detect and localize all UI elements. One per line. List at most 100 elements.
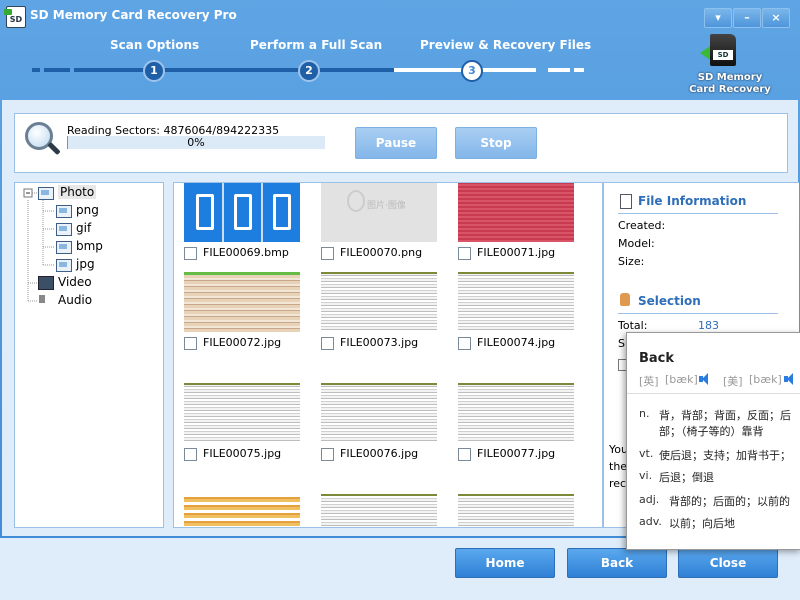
file-thumbnail[interactable] (184, 383, 300, 443)
step-line-dash (44, 68, 70, 72)
bmp-icon (56, 241, 72, 254)
file-thumbnail[interactable] (458, 272, 574, 332)
sd-card-icon: SD (700, 34, 736, 66)
file-thumbnail[interactable] (458, 383, 574, 443)
divider (618, 313, 778, 314)
size-label: Size: (618, 255, 645, 268)
progress-bar: 0% (67, 136, 325, 149)
selected-label: S (618, 337, 625, 350)
file-name: FILE00071.jpg (477, 246, 556, 259)
home-button[interactable]: Home (455, 548, 555, 578)
film-icon (38, 276, 54, 290)
model-label: Model: (618, 237, 655, 250)
close-window-button[interactable]: × (762, 8, 790, 28)
entry-def: 使后退；支持；加背书于； (659, 449, 791, 462)
file-checkbox[interactable] (321, 337, 334, 350)
uk-phonetic: [bæk] (665, 373, 698, 386)
entry-def: 背部的；后面的；以前的 (669, 495, 790, 508)
file-checkbox[interactable] (184, 337, 197, 350)
pause-button[interactable]: Pause (355, 127, 437, 159)
close-button[interactable]: Close (678, 548, 778, 578)
total-label: Total: (618, 319, 648, 332)
file-thumbnail[interactable] (458, 494, 574, 527)
file-name: FILE00073.jpg (340, 336, 419, 349)
file-thumbnail[interactable] (321, 272, 437, 332)
file-name: FILE00076.jpg (340, 447, 419, 460)
step-3-label: Preview & Recovery Files (420, 38, 592, 52)
file-thumbnail[interactable] (184, 272, 300, 332)
file-name: FILE00077.jpg (477, 447, 556, 460)
file-thumbnail[interactable] (184, 183, 300, 242)
entry-pos: vt. (639, 447, 654, 460)
tree-item-png[interactable]: png (76, 203, 99, 217)
minimize-button[interactable]: – (733, 8, 761, 28)
back-button[interactable]: Back (567, 548, 667, 578)
step-indicator: Scan Options Perform a Full Scan Preview… (0, 34, 680, 94)
file-checkbox[interactable] (458, 337, 471, 350)
uk-speaker-icon[interactable] (699, 373, 711, 385)
tree-item-bmp[interactable]: bmp (76, 239, 103, 253)
file-checkbox[interactable] (184, 448, 197, 461)
file-thumbnail[interactable] (321, 383, 437, 443)
file-name: FILE00069.bmp (203, 246, 289, 259)
product-logo: SD SD Memory Card Recovery (688, 32, 772, 98)
file-name: FILE00075.jpg (203, 447, 282, 460)
dictionary-popup: Back [英] [bæk] [美] [bæk] n. 背，背部；背面，反面；后… (626, 332, 800, 550)
scan-progress-panel: Reading Sectors: 4876064/894222335 0% Pa… (14, 113, 788, 173)
dictionary-word: Back (639, 351, 675, 366)
window-title: SD Memory Card Recovery Pro (30, 8, 237, 22)
tree-item-gif[interactable]: gif (76, 221, 91, 235)
uk-tag: [英] (639, 375, 659, 388)
file-checkbox[interactable] (458, 247, 471, 260)
us-phonetic: [bæk] (749, 373, 782, 386)
file-thumbnail[interactable] (184, 494, 300, 527)
tree-item-jpg[interactable]: jpg (76, 257, 95, 271)
hand-pointer-icon (620, 293, 630, 306)
step-3-circle: 3 (461, 60, 483, 82)
file-thumbnail-grid: FILE00069.bmp 图片·图像 FILE00070.png FILE00071… (173, 182, 603, 528)
gif-icon (56, 223, 72, 236)
jpg-icon (56, 259, 72, 272)
tree-item-audio[interactable]: Audio (58, 293, 92, 307)
file-thumbnail[interactable]: 图片·图像 (321, 183, 437, 242)
speaker-icon (39, 295, 45, 303)
divider (627, 393, 800, 394)
file-checkbox[interactable] (321, 448, 334, 461)
entry-pos: vi. (639, 469, 653, 482)
entry-def-cont: 部；（椅子等的）靠背 (659, 425, 764, 438)
entry-pos: n. (639, 407, 650, 420)
step-2-circle: 2 (298, 60, 320, 82)
progress-percent: 0% (187, 136, 205, 149)
created-label: Created: (618, 219, 666, 232)
divider (618, 213, 778, 214)
step-line-completed (74, 68, 394, 72)
logo-line-2: Card Recovery (689, 84, 771, 95)
info-footer-line-3: rec (609, 477, 627, 490)
file-name: FILE00070.png (340, 246, 423, 259)
sd-card-label: SD (713, 50, 733, 60)
menu-button[interactable]: ▾ (704, 8, 732, 28)
us-tag: [美] (723, 375, 743, 388)
file-type-tree: Photo png gif bmp jpg Video Audio (14, 182, 164, 528)
tree-item-video[interactable]: Video (58, 275, 92, 289)
step-line-dash (574, 68, 584, 72)
png-icon (56, 205, 72, 218)
total-value: 183 (698, 319, 719, 332)
us-speaker-icon[interactable] (784, 373, 796, 385)
file-checkbox[interactable] (458, 448, 471, 461)
title-bar: SD SD Memory Card Recovery Pro ▾ – × (0, 0, 800, 34)
magnifier-icon (25, 122, 61, 156)
stop-button[interactable]: Stop (455, 127, 537, 159)
file-information-title: File Information (638, 194, 747, 208)
file-checkbox[interactable] (321, 247, 334, 260)
logo-text: SD Memory Card Recovery (688, 72, 772, 96)
step-2-label: Perform a Full Scan (250, 38, 383, 52)
info-footer-line-2: the (609, 460, 628, 473)
step-line-dash (548, 68, 570, 72)
file-thumbnail[interactable] (458, 183, 574, 242)
step-1-circle: 1 (143, 60, 165, 82)
tree-item-photo[interactable]: Photo (58, 185, 97, 199)
logo-line-1: SD Memory (697, 72, 763, 83)
file-checkbox[interactable] (184, 247, 197, 260)
file-thumbnail[interactable] (321, 494, 437, 527)
